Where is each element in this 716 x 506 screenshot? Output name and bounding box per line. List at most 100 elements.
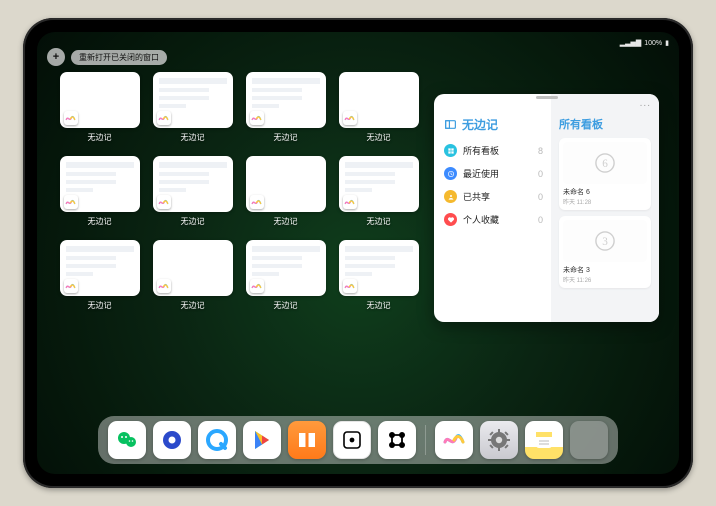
app-label: 无边记 [274,216,298,227]
signal-icon: ▂▃▅▇ [620,39,642,47]
sidebar-item-label: 已共享 [463,190,490,203]
quark-icon[interactable] [153,421,191,459]
app-switcher-card[interactable]: 无边记 [57,156,142,232]
sidebar-item[interactable]: 最近使用 0 [444,162,543,185]
sidebar-item-label: 个人收藏 [463,213,499,226]
app-label: 无边记 [367,216,391,227]
heart-icon [444,213,457,226]
app-switcher-card[interactable]: 无边记 [57,240,142,316]
app-label: 无边记 [88,216,112,227]
freeform-icon [250,195,264,209]
board-tile[interactable]: 3 未命名 3昨天 11:26 [559,216,651,288]
app-switcher-card[interactable]: 无边记 [243,240,328,316]
wechat-icon[interactable] [108,421,146,459]
app-thumbnail [60,240,140,296]
app-thumbnail [60,72,140,128]
freeform-icon [343,111,357,125]
board-meta: 昨天 11:28 [563,197,647,206]
sidebar-item-count: 0 [538,215,543,225]
app-switcher-card[interactable]: 无边记 [57,72,142,148]
app-switcher-card[interactable]: 无边记 [336,240,421,316]
svg-text:3: 3 [602,236,608,248]
freeform-icon [343,195,357,209]
ipad-frame: ▂▃▅▇ 100% ▮ + 重新打开已关闭的窗口 无边记无边记无边记无边记无边记… [23,18,693,488]
battery-text: 100% [644,40,662,47]
app-thumbnail [339,240,419,296]
freeform-icon [64,111,78,125]
notes-icon[interactable] [525,421,563,459]
sidebar-item[interactable]: 已共享0 [444,185,543,208]
app-thumbnail [153,156,233,212]
dock-separator [425,425,426,455]
app-switcher-card[interactable]: 无边记 [150,240,235,316]
freeform-sidebar: 无边记 所有看板 8 最近使用 0 已共享0 个人收藏 0 [434,94,551,322]
freeform-icon [343,279,357,293]
app-label: 无边记 [181,300,205,311]
board-thumbnail: 6 [563,142,647,184]
board-thumbnail: 3 [563,220,647,262]
dice-icon[interactable] [333,421,371,459]
sidebar-item[interactable]: 个人收藏 0 [444,208,543,231]
window-grabber-icon[interactable] [536,96,558,99]
app-label: 无边记 [274,300,298,311]
sidebar-item-label: 最近使用 [463,167,499,180]
app-label: 无边记 [181,216,205,227]
battery-icon: ▮ [665,39,669,47]
boards-title: 所有看板 [559,116,651,132]
app-label: 无边记 [367,300,391,311]
qqbrowser-icon[interactable] [198,421,236,459]
app-thumbnail [246,72,326,128]
app-switcher-card[interactable]: 无边记 [150,156,235,232]
app-switcher-card[interactable]: 无边记 [336,156,421,232]
freeform-icon[interactable] [435,421,473,459]
connect-icon[interactable] [378,421,416,459]
sidebar-item-count: 0 [538,169,543,179]
app-switcher-card[interactable]: 无边记 [150,72,235,148]
books-icon[interactable] [288,421,326,459]
freeform-section-list: 所有看板 8 最近使用 0 已共享0 个人收藏 0 [444,139,543,231]
add-button[interactable]: + [47,48,65,66]
app-thumbnail [246,240,326,296]
app-thumbnail [339,156,419,212]
sidebar-item-count: 8 [538,146,543,156]
app-label: 无边记 [88,132,112,143]
freeform-app-icon [444,118,457,131]
people-icon [444,190,457,203]
app-label: 无边记 [181,132,205,143]
app-switcher-card[interactable]: 无边记 [336,72,421,148]
sidebar-item-label: 所有看板 [463,144,499,157]
freeform-icon [157,279,171,293]
board-meta: 昨天 11:26 [563,275,647,284]
app-switcher-card[interactable]: 无边记 [243,156,328,232]
ipad-screen: ▂▃▅▇ 100% ▮ + 重新打开已关闭的窗口 无边记无边记无边记无边记无边记… [37,32,679,474]
app-label: 无边记 [88,300,112,311]
freeform-icon [157,111,171,125]
freeform-icon [64,195,78,209]
freeform-floating-window[interactable]: ... 无边记 所有看板8最近使用0已共享0个人收藏0 所有看板 6未命名 6昨… [434,94,659,322]
app-thumbnail [246,156,326,212]
freeform-title: 无边记 [462,116,498,133]
clock-icon [444,167,457,180]
board-name: 未命名 3 [563,265,647,275]
play-store-icon[interactable] [243,421,281,459]
dock [98,416,618,464]
top-controls: + 重新打开已关闭的窗口 [47,48,167,66]
svg-text:6: 6 [602,158,608,170]
app-thumbnail [153,240,233,296]
settings-icon[interactable] [480,421,518,459]
app-label: 无边记 [274,132,298,143]
board-tile[interactable]: 6 未命名 6昨天 11:28 [559,138,651,210]
app-thumbnail [153,72,233,128]
freeform-icon [64,279,78,293]
app-switcher-card[interactable]: 无边记 [243,72,328,148]
app-label: 无边记 [367,132,391,143]
board-name: 未命名 6 [563,187,647,197]
app-thumbnail [60,156,140,212]
app-folder-icon[interactable] [570,421,608,459]
more-icon[interactable]: ... [640,98,651,109]
grid-icon [444,144,457,157]
sidebar-item[interactable]: 所有看板 8 [444,139,543,162]
reopen-closed-window-button[interactable]: 重新打开已关闭的窗口 [71,50,167,65]
freeform-icon [250,111,264,125]
freeform-boards-panel: 所有看板 6 未命名 6昨天 11:28 3 未命名 3昨天 11:26 [551,94,659,322]
